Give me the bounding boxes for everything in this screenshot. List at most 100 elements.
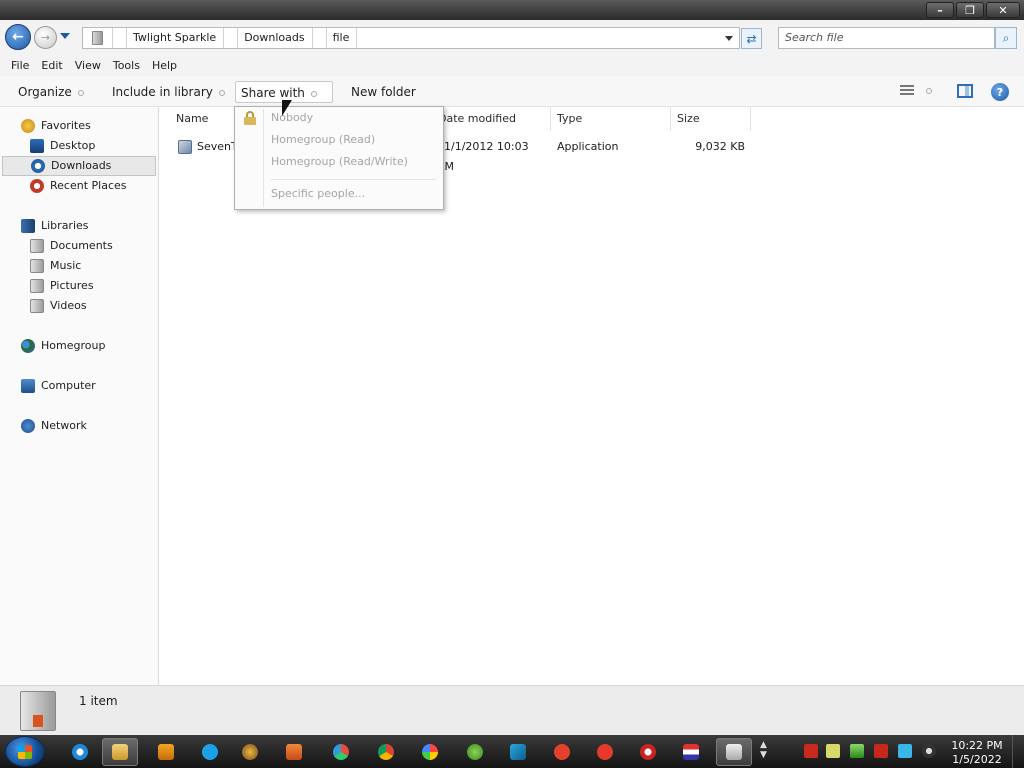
start-button[interactable] — [5, 736, 45, 767]
back-button[interactable]: ← — [5, 24, 31, 50]
sidebar-item-documents[interactable]: Documents — [30, 236, 113, 256]
share-with-menu: Nobody Homegroup (Read) Homegroup (Read/… — [234, 106, 444, 210]
menu-item-specific-people[interactable]: Specific people... — [271, 184, 365, 204]
minimize-button[interactable]: – — [926, 2, 954, 18]
address-bar[interactable]: Twlight Sparkle Downloads file — [82, 27, 740, 49]
taskbar-skype[interactable] — [192, 738, 228, 766]
folder-icon — [20, 691, 56, 731]
system-clock[interactable]: 10:22 PM 1/5/2022 — [948, 739, 1006, 767]
breadcrumb-file[interactable]: file — [327, 28, 358, 48]
organize-button[interactable]: Organize — [13, 81, 89, 103]
maximize-button[interactable]: ❐ — [956, 2, 984, 18]
lock-icon — [243, 111, 257, 125]
breadcrumb-separator[interactable] — [224, 28, 239, 48]
forward-button[interactable]: → — [34, 26, 57, 49]
app-icon — [510, 744, 526, 760]
search-input[interactable]: Search file — [778, 27, 995, 49]
taskbar-app[interactable] — [232, 738, 268, 766]
network-status-icon[interactable] — [898, 744, 912, 758]
recent-pages-dropdown-icon[interactable] — [60, 33, 70, 39]
flag-icon[interactable] — [874, 744, 888, 758]
notes-icon[interactable] — [826, 744, 840, 758]
clock-date: 1/5/2022 — [952, 753, 1002, 766]
taskbar-internet-explorer[interactable] — [62, 738, 98, 766]
taskbar-chrome[interactable] — [368, 738, 404, 766]
show-desktop-button[interactable] — [1012, 735, 1024, 768]
volume-icon[interactable] — [922, 744, 936, 758]
sidebar-label: Music — [50, 259, 82, 272]
menu-item-homegroup-read-write[interactable]: Homegroup (Read/Write) — [271, 152, 408, 172]
taskbar-app[interactable] — [544, 738, 580, 766]
column-header-type[interactable]: Type — [551, 107, 671, 131]
sidebar-item-videos[interactable]: Videos — [30, 296, 87, 316]
taskbar-app[interactable] — [457, 738, 493, 766]
taskbar-app[interactable] — [630, 738, 666, 766]
column-header-size[interactable]: Size — [671, 107, 751, 131]
search-icon[interactable]: ⌕ — [995, 27, 1017, 49]
breadcrumb-downloads[interactable]: Downloads — [238, 28, 313, 48]
taskbar-app[interactable] — [587, 738, 623, 766]
app-icon — [640, 744, 656, 760]
sidebar-item-network[interactable]: Network — [21, 416, 87, 436]
menu-item-homegroup-read[interactable]: Homegroup (Read) — [271, 130, 375, 150]
view-options-dropdown-icon[interactable] — [926, 88, 932, 94]
command-bar: Organize Include in library Share with N… — [0, 76, 1024, 107]
desktop-icon — [30, 139, 44, 153]
close-button[interactable]: ✕ — [986, 2, 1020, 18]
sidebar-item-desktop[interactable]: Desktop — [30, 136, 95, 156]
include-in-library-label: Include in library — [112, 85, 213, 99]
star-icon — [21, 119, 35, 133]
breadcrumb-separator[interactable] — [113, 28, 127, 48]
taskbar-media-player[interactable] — [148, 738, 184, 766]
menu-view[interactable]: View — [69, 56, 107, 76]
chrome-icon — [378, 744, 394, 760]
change-view-icon[interactable] — [900, 85, 914, 97]
menu-bar: File Edit View Tools Help — [0, 56, 1024, 76]
app-icon — [422, 744, 438, 760]
sidebar-label: Documents — [50, 239, 113, 252]
sidebar-item-pictures[interactable]: Pictures — [30, 276, 94, 296]
file-size: 9,032 KB — [695, 140, 745, 153]
sidebar-item-homegroup[interactable]: Homegroup — [21, 336, 105, 356]
security-icon[interactable] — [850, 744, 864, 758]
menu-file[interactable]: File — [5, 56, 35, 76]
download-icon — [597, 744, 613, 760]
acrobat-icon[interactable] — [804, 744, 818, 758]
taskbar-app[interactable] — [276, 738, 312, 766]
preview-pane-icon[interactable] — [957, 84, 973, 98]
sidebar-item-libraries[interactable]: Libraries — [21, 216, 89, 236]
taskbar-app[interactable] — [323, 738, 359, 766]
breadcrumb-separator[interactable] — [313, 28, 327, 48]
show-hidden-icons-icon[interactable]: ▲ ▼ — [760, 740, 767, 760]
taskbar-app[interactable] — [716, 738, 752, 766]
menu-help[interactable]: Help — [146, 56, 183, 76]
column-header-date-modified[interactable]: Date modified — [432, 107, 551, 131]
skype-icon — [202, 744, 218, 760]
taskbar-app[interactable] — [500, 738, 536, 766]
network-icon — [21, 419, 35, 433]
sidebar-label: Network — [41, 419, 87, 432]
help-icon[interactable]: ? — [991, 83, 1009, 101]
menu-edit[interactable]: Edit — [35, 56, 68, 76]
refresh-button[interactable]: ⇄ — [741, 28, 762, 49]
breadcrumb-user[interactable]: Twlight Sparkle — [127, 28, 225, 48]
menu-tools[interactable]: Tools — [107, 56, 146, 76]
menu-separator — [271, 179, 436, 180]
taskbar-app[interactable] — [412, 738, 448, 766]
address-dropdown-icon[interactable] — [725, 36, 733, 41]
sidebar-item-downloads[interactable]: Downloads — [2, 156, 156, 176]
homegroup-icon — [21, 339, 35, 353]
sidebar-item-music[interactable]: Music — [30, 256, 81, 276]
window-controls: – ❐ ✕ — [926, 2, 1020, 18]
sidebar-item-computer[interactable]: Computer — [21, 376, 96, 396]
new-folder-button[interactable]: New folder — [346, 81, 421, 103]
sidebar-item-favorites[interactable]: Favorites — [21, 116, 91, 136]
taskbar-app[interactable] — [673, 738, 709, 766]
item-count: 1 item — [79, 694, 118, 708]
sidebar-item-recent-places[interactable]: Recent Places — [30, 176, 127, 196]
app-icon — [467, 744, 483, 760]
taskbar-explorer[interactable] — [102, 738, 138, 766]
app-icon — [554, 744, 570, 760]
include-in-library-button[interactable]: Include in library — [107, 81, 230, 103]
menu-item-nobody[interactable]: Nobody — [271, 108, 313, 128]
